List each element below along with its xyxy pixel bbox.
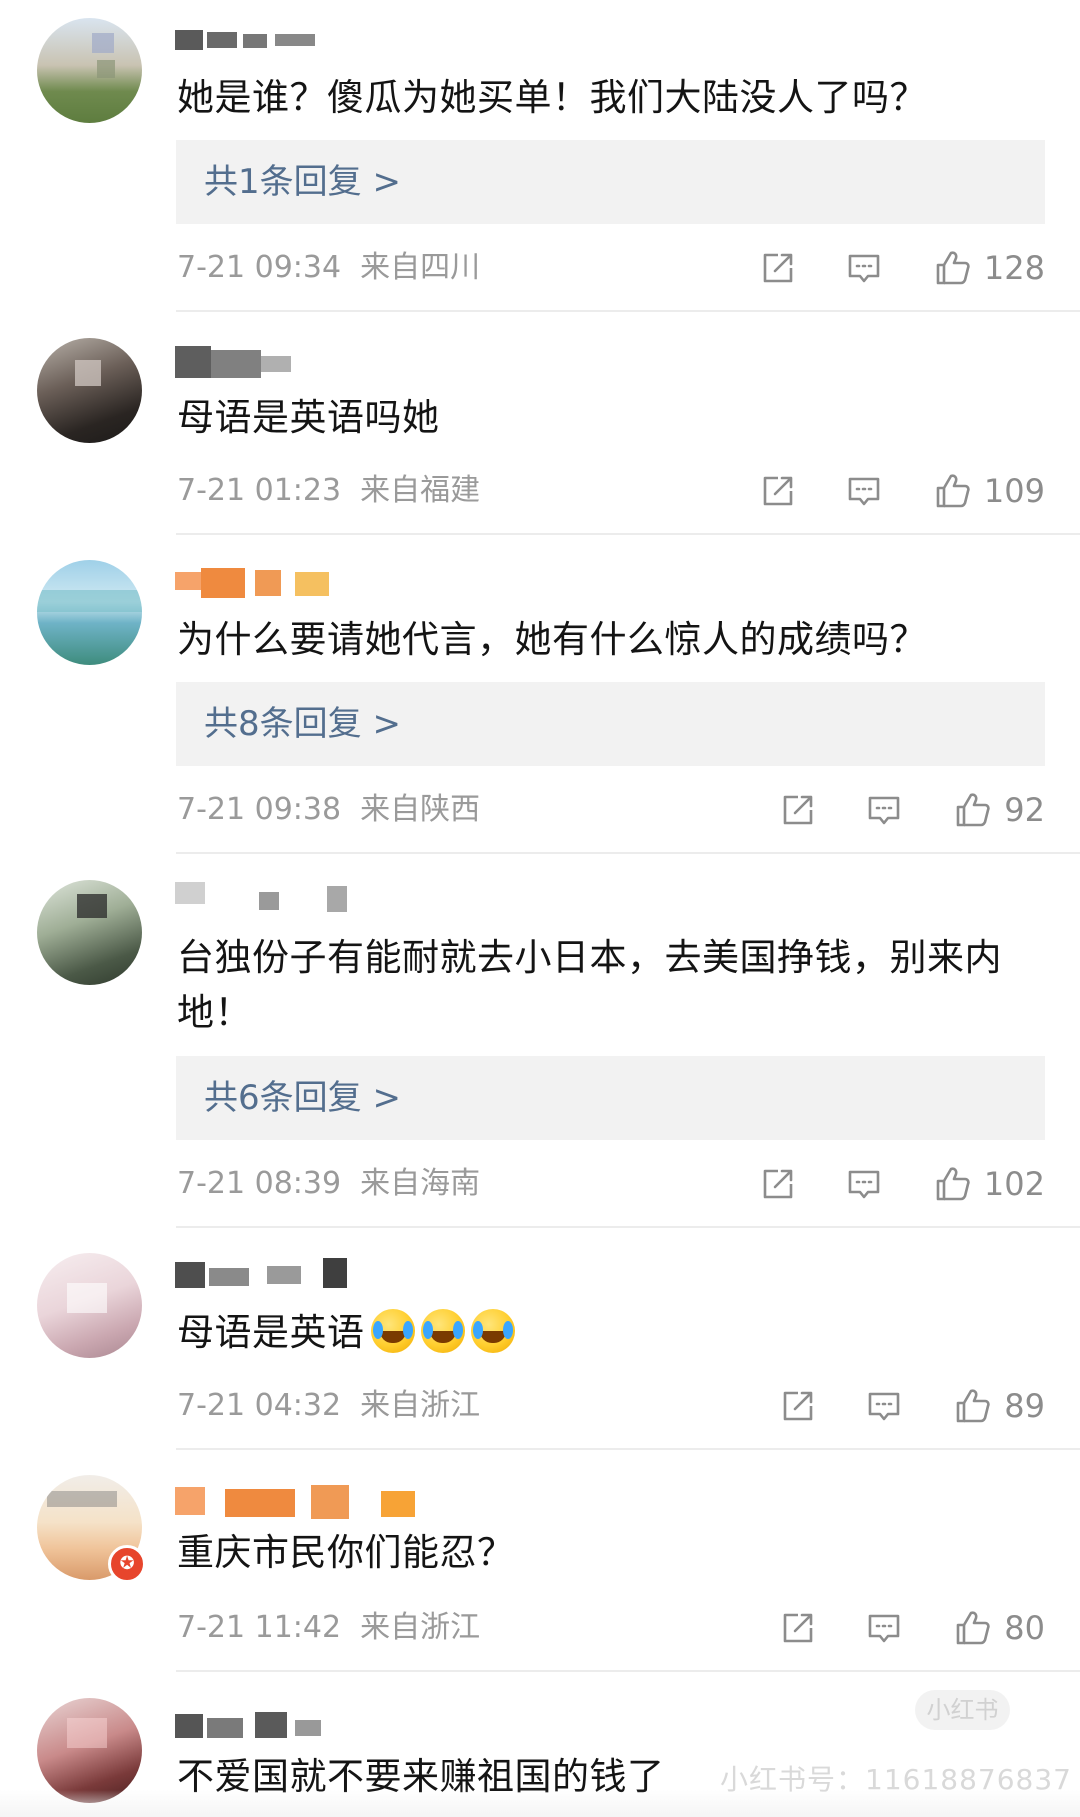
timestamp: 7-21 11:42 (177, 1610, 342, 1645)
divider (176, 1448, 1080, 1450)
like-button[interactable]: 102 (932, 1164, 1045, 1204)
comment-text: 她是谁？傻瓜为她买单！我们大陆没人了吗？ (177, 76, 927, 119)
reply-box: 共8条回复 > (176, 682, 1045, 766)
comment-icon[interactable] (844, 248, 884, 288)
avatar[interactable] (37, 1253, 142, 1358)
comment-text: 母语是英语 (177, 1305, 1047, 1360)
share-icon[interactable] (758, 1164, 798, 1204)
comment-icon[interactable] (864, 1386, 904, 1426)
location: 来自浙江 (360, 1610, 481, 1645)
comment-meta: 7-21 11:42 来自浙江 (177, 1608, 480, 1648)
avatar[interactable] (37, 338, 142, 443)
reply-box: 共1条回复 > (176, 140, 1045, 224)
thumbs-up-icon[interactable] (932, 1164, 972, 1204)
comment-icon[interactable] (844, 471, 884, 511)
avatar[interactable] (37, 560, 142, 665)
laughing-crying-emoji-icon (470, 1309, 515, 1353)
comment-text-line1: 台独份子有能耐就去小日本，去美国挣钱，别来内 (177, 936, 1002, 979)
reply-box: 共6条回复 > (176, 1056, 1045, 1140)
comment-text: 母语是英语吗她 (177, 396, 440, 439)
divider (176, 310, 1080, 312)
action-bar: 128 (758, 244, 1045, 292)
location: 来自浙江 (360, 1388, 481, 1423)
laughing-crying-emoji-icon (420, 1309, 465, 1353)
comment-icon[interactable] (864, 790, 904, 830)
comment-text-line2: 地！ (177, 991, 252, 1034)
action-bar: 102 (758, 1160, 1045, 1208)
verified-badge-icon: ✪ (108, 1545, 146, 1583)
timestamp: 7-21 01:23 (177, 473, 342, 508)
comment-text: 为什么要请她代言，她有什么惊人的成绩吗？ (177, 618, 927, 661)
watermark-logo: 小红书 (915, 1690, 1010, 1730)
divider (176, 533, 1080, 535)
like-button[interactable]: 89 (952, 1386, 1045, 1426)
divider (176, 1670, 1080, 1672)
username-redacted[interactable] (175, 880, 365, 912)
avatar[interactable] (37, 18, 142, 123)
location: 来自海南 (360, 1166, 481, 1201)
comment-feed: 她是谁？傻瓜为她买单！我们大陆没人了吗？ 共1条回复 > 7-21 09:34 … (0, 0, 1080, 1817)
like-count: 89 (1004, 1387, 1045, 1425)
timestamp: 7-21 04:32 (177, 1388, 342, 1423)
username-redacted[interactable] (175, 1258, 355, 1288)
divider (176, 852, 1080, 854)
avatar[interactable] (37, 1698, 142, 1803)
like-count: 92 (1004, 791, 1045, 829)
comment-meta: 7-21 09:34 来自四川 (177, 248, 480, 288)
username-redacted[interactable] (175, 346, 305, 378)
username-redacted[interactable] (175, 30, 355, 60)
share-icon[interactable] (758, 471, 798, 511)
view-replies-link[interactable]: 共1条回复 > (204, 140, 401, 224)
view-replies-link[interactable]: 共8条回复 > (204, 682, 401, 766)
share-icon[interactable] (778, 790, 818, 830)
share-icon[interactable] (778, 1386, 818, 1426)
username-redacted[interactable] (175, 1485, 415, 1519)
action-bar: 80 (778, 1604, 1045, 1652)
comment-text: 台独份子有能耐就去小日本，去美国挣钱，别来内 地！ (177, 930, 1047, 1040)
like-count: 80 (1004, 1609, 1045, 1647)
thumbs-up-icon[interactable] (932, 248, 972, 288)
thumbs-up-icon[interactable] (932, 471, 972, 511)
like-count: 109 (983, 472, 1045, 510)
comment-meta: 7-21 01:23 来自福建 (177, 471, 480, 511)
like-button[interactable]: 109 (932, 471, 1045, 511)
username-redacted[interactable] (175, 568, 345, 598)
thumbs-up-icon[interactable] (952, 1608, 992, 1648)
location: 来自陕西 (360, 792, 481, 827)
timestamp: 7-21 08:39 (177, 1166, 342, 1201)
action-bar: 109 (758, 467, 1045, 515)
comment-meta: 7-21 08:39 来自海南 (177, 1164, 480, 1204)
like-button[interactable]: 128 (932, 248, 1045, 288)
share-icon[interactable] (778, 1608, 818, 1648)
like-button[interactable]: 80 (952, 1608, 1045, 1648)
comment-icon[interactable] (844, 1164, 884, 1204)
view-replies-link[interactable]: 共6条回复 > (204, 1056, 401, 1140)
comment-meta: 7-21 04:32 来自浙江 (177, 1386, 480, 1426)
like-count: 128 (983, 249, 1045, 287)
laughing-crying-emoji-icon (370, 1309, 415, 1353)
like-button[interactable]: 92 (952, 790, 1045, 830)
thumbs-up-icon[interactable] (952, 1386, 992, 1426)
comment-text-content: 母语是英语 (177, 1311, 365, 1354)
comment-text: 重庆市民你们能忍？ (177, 1531, 515, 1574)
comment-icon[interactable] (864, 1608, 904, 1648)
comment-meta: 7-21 09:38 来自陕西 (177, 790, 480, 830)
avatar[interactable] (37, 880, 142, 985)
like-count: 102 (983, 1165, 1045, 1203)
thumbs-up-icon[interactable] (952, 790, 992, 830)
timestamp: 7-21 09:38 (177, 792, 342, 827)
action-bar: 92 (778, 786, 1045, 834)
location: 来自四川 (360, 250, 481, 285)
location: 来自福建 (360, 473, 481, 508)
share-icon[interactable] (758, 248, 798, 288)
bottom-fade (0, 1790, 1080, 1817)
timestamp: 7-21 09:34 (177, 250, 342, 285)
divider (176, 1226, 1080, 1228)
username-redacted[interactable] (175, 1710, 335, 1740)
action-bar: 89 (778, 1382, 1045, 1430)
